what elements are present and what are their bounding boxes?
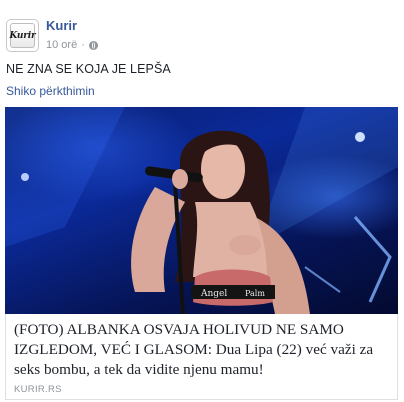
article-headline[interactable]: (FOTO) ALBANKA OSVAJA HOLIVUD NE SAMO IZ… bbox=[14, 320, 390, 380]
page-avatar[interactable]: Kurir bbox=[6, 19, 39, 52]
meta-separator: · bbox=[81, 39, 85, 51]
kurir-logo-text: Kurir bbox=[9, 30, 36, 41]
neon-line bbox=[304, 266, 341, 293]
light-beam bbox=[255, 107, 398, 247]
page-name-link[interactable]: Kurir bbox=[46, 18, 77, 33]
post-meta: 10 orë · bbox=[46, 39, 98, 51]
globe-icon[interactable] bbox=[88, 40, 98, 50]
link-card-caption[interactable]: (FOTO) ALBANKA OSVAJA HOLIVUD NE SAMO IZ… bbox=[5, 314, 398, 400]
stage-light bbox=[21, 173, 29, 181]
post-text: NE ZNA SE KOJA JE LEPŠA bbox=[6, 62, 171, 76]
post-timestamp[interactable]: 10 orë bbox=[46, 39, 77, 51]
link-preview-image[interactable]: Angel Palm bbox=[5, 107, 398, 314]
hand-on-mic bbox=[172, 169, 188, 189]
see-translation-link[interactable]: Shiko përkthimin bbox=[6, 84, 95, 98]
top-strap-text: Angel bbox=[200, 289, 227, 299]
hand-shape bbox=[229, 235, 261, 255]
stage-light bbox=[355, 132, 365, 142]
singer-photo: Angel Palm bbox=[5, 107, 398, 314]
post-header: Kurir Kurir 10 orë · bbox=[6, 9, 396, 53]
kurir-logo: Kurir bbox=[9, 23, 36, 48]
top-strap-text-right: Palm bbox=[245, 289, 265, 298]
article-domain: KURIR.RS bbox=[14, 384, 62, 395]
neon-line bbox=[353, 216, 392, 303]
